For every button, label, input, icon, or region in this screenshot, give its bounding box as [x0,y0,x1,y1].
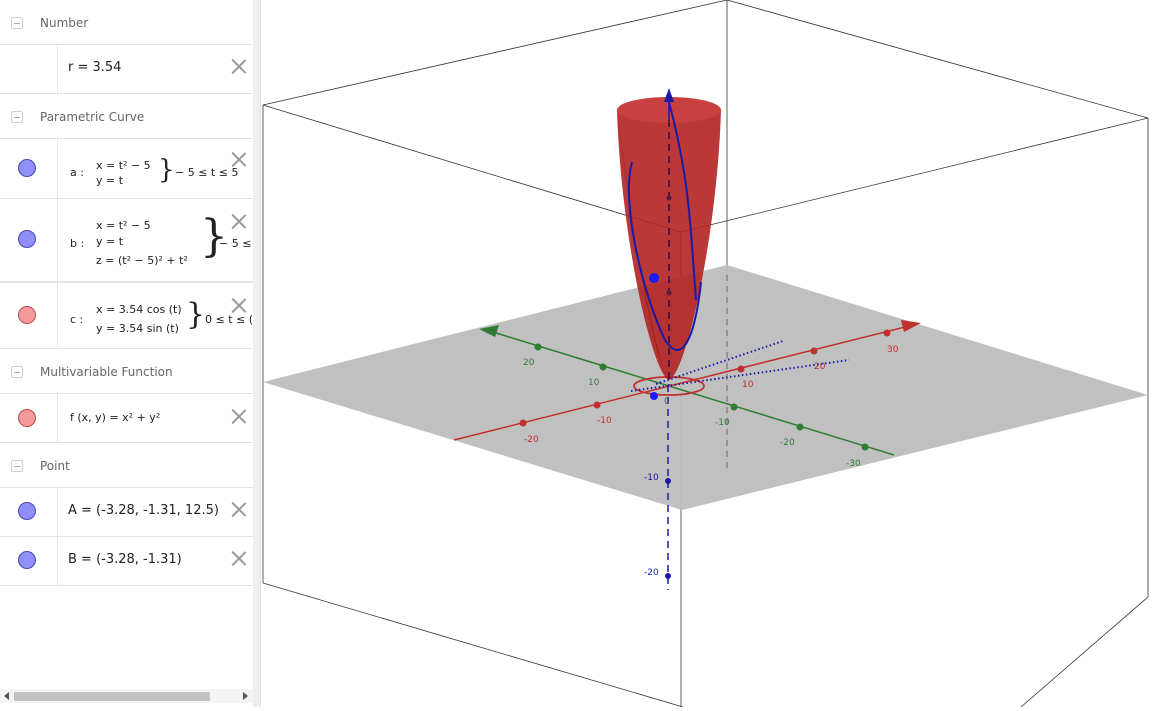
marble-cell [0,283,58,348]
close-icon[interactable] [231,501,247,517]
algebra-view: Number r = 3.54 Parametric Curve a : x =… [0,0,254,707]
marble-cell [0,488,58,536]
algebra-item-f[interactable]: f (x, y) = x² + y² [0,393,253,443]
point-A[interactable] [649,273,659,283]
visibility-toggle-icon[interactable] [18,306,36,324]
label-c: c : [70,313,84,326]
group-label: Point [40,459,70,473]
group-label: Multivariable Function [40,365,173,379]
close-icon[interactable] [231,297,247,313]
marble-cell [0,537,58,585]
xy-plane [263,265,1148,510]
group-label: Parametric Curve [40,110,145,124]
marble-cell [0,394,58,442]
y-tick-label: 20 [523,358,535,368]
label-a: a : [70,166,84,179]
marble-cell [0,199,58,281]
group-label: Number [40,16,89,30]
brace-icon: } [186,297,206,332]
close-icon[interactable] [231,213,247,229]
algebra-item-A[interactable]: A = (-3.28, -1.31, 12.5) [0,487,253,537]
z-tick-label: -20 [644,568,659,578]
close-icon[interactable] [231,151,247,167]
x-tick-label: 30 [887,345,899,355]
collapse-icon[interactable] [11,17,23,29]
origin-label: 0 [664,397,670,407]
equation-line-x: x = t² − 5 [96,159,151,172]
view-splitter[interactable] [253,0,261,707]
collapse-icon[interactable] [11,111,23,123]
collapse-icon[interactable] [11,460,23,472]
equation-line-y: y = t [96,174,124,187]
close-icon[interactable] [231,408,247,424]
collapse-icon[interactable] [11,366,23,378]
visibility-toggle-icon[interactable] [18,159,36,177]
algebra-item-c[interactable]: c : x = 3.54 cos (t) y = 3.54 sin (t) } … [0,282,253,349]
visibility-toggle-icon[interactable] [18,502,36,520]
x-tick-label: 10 [742,380,754,390]
visibility-toggle-icon[interactable] [18,409,36,427]
algebra-item-a[interactable]: a : x = t² − 5 y = t } − 5 ≤ t ≤ 5 [0,138,253,199]
equation-line-y: y = 3.54 sin (t) [96,322,179,335]
marble-cell [0,139,58,198]
scroll-left-icon[interactable] [4,692,9,700]
z-tick-label: -10 [644,473,659,483]
equation-line-x: x = 3.54 cos (t) [96,303,182,316]
expression-r[interactable]: r = 3.54 [68,60,121,75]
x-tick-label: 20 [814,362,826,372]
y-tick-label: -10 [715,418,730,428]
x-tick-label: -20 [524,435,539,445]
group-header-multivariable-function[interactable]: Multivariable Function [0,350,253,394]
group-header-number[interactable]: Number [0,1,253,45]
equation-line-x: x = t² − 5 [96,219,151,232]
algebra-item-b[interactable]: b : x = t² − 5 y = t z = (t² − 5)² + t² … [0,198,253,282]
graphics-3d-view[interactable]: 20 10 -10 -20 -30 -20 -10 10 20 30 -10 -… [261,0,1152,708]
visibility-toggle-icon[interactable] [18,551,36,569]
parameter-range: 0 ≤ t ≤ ( [205,313,254,326]
close-icon[interactable] [231,58,247,74]
expression-B[interactable]: B = (-3.28, -1.31) [68,552,182,567]
y-tick-label: -20 [780,438,795,448]
parameter-range: − 5 ≤ [219,237,252,250]
label-b: b : [70,237,85,250]
expression-f[interactable]: f (x, y) = x² + y² [70,411,160,424]
marble-cell [0,45,58,93]
scroll-right-icon[interactable] [243,692,248,700]
y-tick-label: 10 [588,378,600,388]
x-tick-label: -10 [597,416,612,426]
horizontal-scrollbar[interactable] [0,689,253,703]
equation-line-z: z = (t² − 5)² + t² [96,254,188,267]
brace-icon: } [158,155,175,185]
visibility-toggle-icon[interactable] [18,230,36,248]
parameter-range: − 5 ≤ t ≤ 5 [175,166,239,179]
y-tick-label: -30 [846,459,861,469]
point-B[interactable] [650,392,658,400]
3d-canvas[interactable]: 20 10 -10 -20 -30 -20 -10 10 20 30 -10 -… [261,0,1152,708]
scrollbar-thumb[interactable] [14,692,210,701]
expression-A[interactable]: A = (-3.28, -1.31, 12.5) [68,503,219,518]
group-header-point[interactable]: Point [0,444,253,488]
algebra-item-r[interactable]: r = 3.54 [0,44,253,94]
close-icon[interactable] [231,550,247,566]
equation-line-y: y = t [96,235,124,248]
group-header-parametric-curve[interactable]: Parametric Curve [0,95,253,139]
algebra-item-B[interactable]: B = (-3.28, -1.31) [0,536,253,586]
